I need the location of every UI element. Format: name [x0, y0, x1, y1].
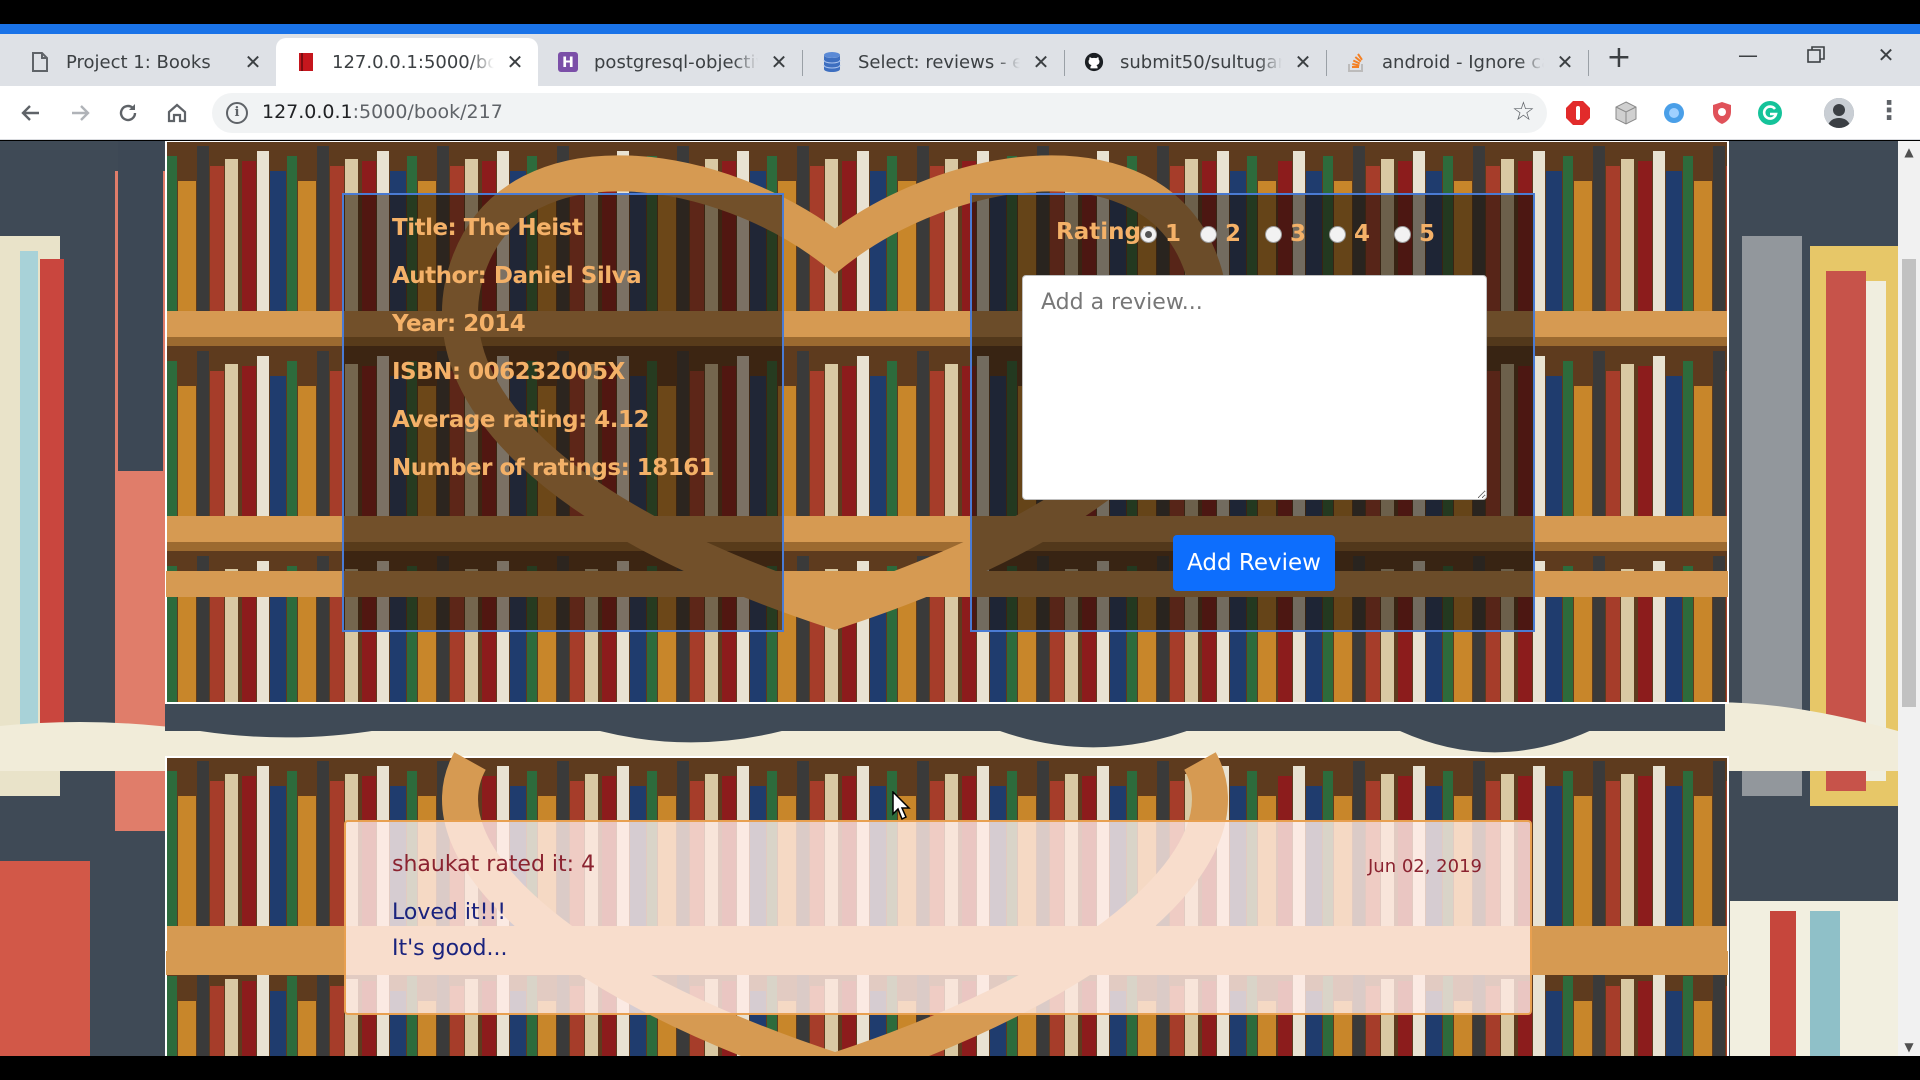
accent-bar	[0, 24, 1920, 34]
tab-title: android - Ignore case	[1382, 51, 1544, 73]
scrollbar-thumb[interactable]	[1902, 259, 1916, 707]
review-date: Jun 02, 2019	[1367, 856, 1482, 877]
close-icon[interactable]: ✕	[768, 51, 790, 73]
bookmark-star-icon[interactable]: ☆	[1512, 97, 1535, 127]
review-text-line: Loved it!!!	[392, 900, 507, 925]
vertical-scrollbar[interactable]: ▲ ▼	[1898, 141, 1920, 1056]
tab-postgresql[interactable]: H postgresql-objective ✕	[538, 38, 802, 86]
rating-label: Rating:	[1056, 219, 1151, 245]
review-textarea[interactable]	[1022, 275, 1487, 500]
mouse-cursor-icon	[892, 791, 911, 821]
home-icon[interactable]	[160, 96, 194, 130]
screen: Project 1: Books ✕ 127.0.0.1:5000/book/2…	[0, 0, 1920, 1080]
page-viewport: Title: The Heist Author: Daniel Silva Ye…	[0, 141, 1898, 1056]
scroll-down-arrow-icon[interactable]: ▼	[1898, 1040, 1920, 1054]
radio-button[interactable]	[1265, 225, 1282, 243]
review-author-rating: shaukat rated it: 4	[392, 852, 596, 877]
svg-text:H: H	[562, 55, 574, 71]
rating-option-label: 1	[1165, 221, 1182, 247]
tab-android-ignore-case[interactable]: android - Ignore case ✕	[1326, 38, 1588, 86]
rating-option-label: 3	[1290, 221, 1307, 247]
rating-option-label: 2	[1225, 221, 1242, 247]
tab-title: submit50/sultugame	[1120, 51, 1282, 73]
rating-option-label: 5	[1419, 221, 1436, 247]
rating-option-5[interactable]: 5	[1394, 219, 1435, 249]
close-icon[interactable]: ✕	[1554, 51, 1576, 73]
close-icon[interactable]: ✕	[504, 51, 526, 73]
browser-toolbar: i 127.0.0.1:5000/book/217 ☆ ⋮	[0, 86, 1920, 140]
github-icon	[1084, 51, 1104, 73]
stackoverflow-icon	[1346, 51, 1366, 73]
shield-extension-icon[interactable]	[1708, 99, 1736, 127]
rating-option-2[interactable]: 2	[1200, 219, 1241, 249]
review-text-line: It's good...	[392, 936, 508, 961]
tab-project-books[interactable]: Project 1: Books ✕	[10, 38, 276, 86]
book-title: Title: The Heist	[392, 215, 583, 241]
cube-extension-icon[interactable]	[1612, 99, 1640, 127]
forward-icon[interactable]	[63, 96, 97, 130]
red-book-icon	[296, 51, 316, 73]
add-review-button[interactable]: Add Review	[1173, 535, 1335, 591]
tab-title: Select: reviews - ec2-	[858, 51, 1020, 73]
restore-icon[interactable]	[1798, 40, 1834, 70]
minimize-icon[interactable]: —	[1730, 40, 1766, 70]
grammarly-extension-icon[interactable]	[1756, 99, 1784, 127]
avatar[interactable]	[1824, 98, 1854, 128]
book-isbn: ISBN: 006232005X	[392, 359, 625, 385]
tab-separator	[1588, 50, 1589, 76]
globe-extension-icon[interactable]	[1660, 99, 1688, 127]
close-icon[interactable]: ✕	[242, 51, 264, 73]
book-author: Author: Daniel Silva	[392, 263, 642, 289]
database-icon	[822, 51, 842, 73]
tab-github[interactable]: submit50/sultugame ✕	[1064, 38, 1326, 86]
rating-option-1[interactable]: 1	[1140, 219, 1181, 249]
page-icon	[30, 51, 50, 73]
review-item: shaukat rated it: 4 Jun 02, 2019 Loved i…	[344, 820, 1532, 1015]
url-host: 127.0.0.1	[262, 101, 353, 123]
tab-select-reviews[interactable]: Select: reviews - ec2- ✕	[802, 38, 1064, 86]
scroll-up-arrow-icon[interactable]: ▲	[1898, 145, 1920, 159]
radio-button[interactable]	[1394, 225, 1411, 243]
more-menu-icon[interactable]: ⋮	[1876, 94, 1902, 130]
tab-book-217[interactable]: 127.0.0.1:5000/book/217 ✕	[276, 38, 538, 86]
back-icon[interactable]	[14, 96, 48, 130]
radio-button[interactable]	[1140, 225, 1157, 243]
info-icon[interactable]: i	[226, 102, 248, 124]
tab-title: postgresql-objective	[594, 51, 758, 73]
rating-option-4[interactable]: 4	[1329, 219, 1370, 249]
url-text[interactable]: 127.0.0.1:5000/book/217	[262, 101, 503, 123]
close-icon[interactable]: ✕	[1292, 51, 1314, 73]
radio-button[interactable]	[1329, 225, 1346, 243]
tab-title: 127.0.0.1:5000/book/217	[332, 51, 494, 73]
adblock-extension-icon[interactable]	[1564, 99, 1592, 127]
book-ratings-count: Number of ratings: 18161	[392, 455, 715, 481]
review-form-card: Rating: 1 2 3 4 5 Add Review	[970, 193, 1535, 632]
new-tab-button[interactable]: +	[1604, 43, 1634, 74]
top-black-bar	[0, 0, 1920, 24]
close-window-icon[interactable]: ✕	[1868, 40, 1904, 70]
bottom-black-bar	[0, 1056, 1920, 1080]
tab-title: Project 1: Books	[66, 51, 211, 73]
book-average-rating: Average rating: 4.12	[392, 407, 650, 433]
address-bar[interactable]: i 127.0.0.1:5000/book/217 ☆	[212, 93, 1547, 133]
close-icon[interactable]: ✕	[1030, 51, 1052, 73]
book-year: Year: 2014	[392, 311, 526, 337]
radio-button[interactable]	[1200, 225, 1217, 243]
url-path: :5000/book/217	[352, 101, 503, 123]
purple-h-icon: H	[558, 51, 578, 73]
reload-icon[interactable]	[111, 96, 145, 130]
rating-option-3[interactable]: 3	[1265, 219, 1306, 249]
rating-option-label: 4	[1354, 221, 1371, 247]
book-info-card: Title: The Heist Author: Daniel Silva Ye…	[342, 193, 784, 632]
